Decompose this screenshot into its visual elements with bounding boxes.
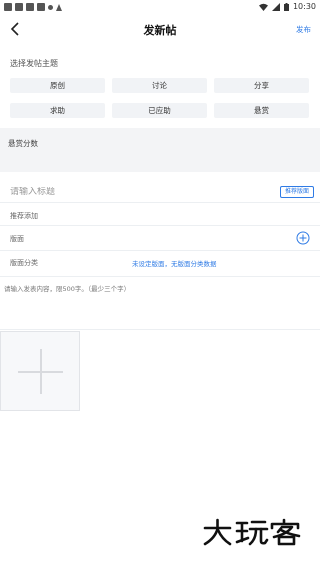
status-time: 10:30 xyxy=(292,2,316,11)
theme-option-reward[interactable]: 悬赏 xyxy=(214,103,309,118)
theme-option-helped[interactable]: 已应助 xyxy=(112,103,207,118)
divider xyxy=(0,276,320,277)
font-icon xyxy=(56,3,62,11)
board-category-value: 未设定版面，无版面分类数据 xyxy=(132,260,217,268)
plus-icon-vertical xyxy=(40,349,42,394)
app-notification-icon xyxy=(37,3,45,11)
title-input[interactable] xyxy=(10,187,260,197)
add-image-button[interactable] xyxy=(0,331,80,411)
signal-icon xyxy=(271,2,280,11)
dot-icon xyxy=(48,4,53,10)
board-label: 版面 xyxy=(10,235,24,243)
theme-option-discussion[interactable]: 讨论 xyxy=(112,78,207,93)
theme-option-help[interactable]: 求助 xyxy=(10,103,105,118)
reward-score-label: 悬赏分数 xyxy=(8,139,38,148)
wifi-icon xyxy=(258,3,268,11)
divider xyxy=(0,250,320,251)
watermark-logo xyxy=(203,518,301,546)
theme-section-label: 选择发帖主题 xyxy=(10,59,58,68)
page-title: 发新帖 xyxy=(143,24,177,37)
content-input[interactable] xyxy=(4,283,316,323)
recommend-board-button[interactable]: 推荐版面 xyxy=(280,186,314,198)
status-bar: 10:30 xyxy=(0,0,320,14)
battery-icon xyxy=(283,2,289,11)
divider xyxy=(0,329,320,330)
app-notification-icon xyxy=(26,3,34,11)
app-notification-icon xyxy=(4,3,12,11)
divider xyxy=(0,225,320,226)
board-category-label: 版面分类 xyxy=(10,259,38,267)
notification-icons xyxy=(4,3,62,11)
reward-score-section[interactable]: 悬赏分数 xyxy=(0,128,320,172)
recommend-add-label: 推荐添加 xyxy=(10,212,38,220)
divider xyxy=(0,202,320,203)
theme-option-original[interactable]: 原创 xyxy=(10,78,105,93)
app-notification-icon xyxy=(15,3,23,11)
app-header: 发新帖 发布 xyxy=(0,14,320,46)
theme-option-share[interactable]: 分享 xyxy=(214,78,309,93)
add-board-plus-icon[interactable] xyxy=(296,231,310,245)
publish-button[interactable]: 发布 xyxy=(296,24,311,35)
